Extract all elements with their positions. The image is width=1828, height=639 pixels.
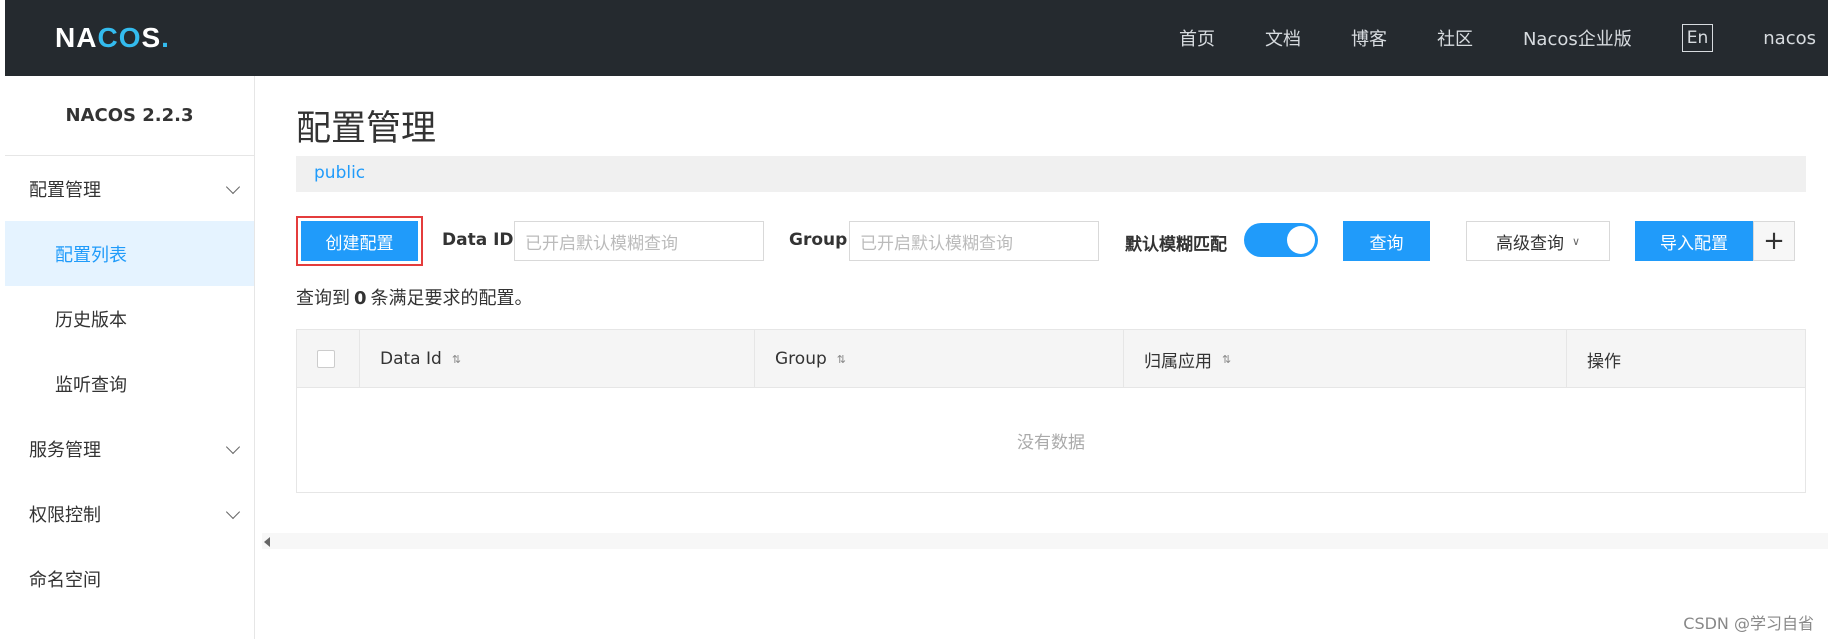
sidebar: NACOS 2.2.3 配置管理 配置列表 历史版本 监听查询 服务管理 权限控… <box>5 76 255 639</box>
column-data-id[interactable]: Data Id ⇅ <box>360 330 755 388</box>
sidebar-item-history[interactable]: 历史版本 <box>5 286 254 351</box>
sidebar-item-label: 配置列表 <box>55 244 127 266</box>
top-navbar: NA C O S. 首页 文档 博客 社区 Nacos企业版 En nacos <box>5 0 1828 76</box>
sidebar-group-config[interactable]: 配置管理 <box>5 156 254 221</box>
sidebar-group-label: 服务管理 <box>29 439 101 461</box>
toggle-knob <box>1287 226 1315 254</box>
config-toolbar: 创建配置 Data ID 已开启默认模糊查询 Group 已开启默认模糊查询 默… <box>296 216 1806 266</box>
create-config-button[interactable]: 创建配置 <box>301 221 418 261</box>
data-id-input[interactable]: 已开启默认模糊查询 <box>514 221 764 261</box>
data-id-label: Data ID <box>442 230 514 250</box>
namespace-bar: public <box>296 156 1806 192</box>
empty-state: 没有数据 <box>1017 432 1085 453</box>
result-summary: 查询到 0 条满足要求的配置。 <box>296 284 533 310</box>
plus-icon[interactable]: + <box>1753 221 1795 261</box>
sidebar-item-label: 历史版本 <box>55 309 127 331</box>
fuzzy-match-label: 默认模糊匹配 <box>1125 235 1227 255</box>
horizontal-scrollbar[interactable] <box>262 533 1828 549</box>
column-group[interactable]: Group ⇅ <box>755 330 1124 388</box>
nav-blog[interactable]: 博客 <box>1351 25 1387 51</box>
page-title: 配置管理 <box>296 109 437 149</box>
column-label: Group <box>775 349 827 369</box>
column-label: 操作 <box>1587 351 1621 372</box>
table-header: Data Id ⇅ Group ⇅ 归属应用 ⇅ 操作 <box>297 330 1805 388</box>
user-menu[interactable]: nacos <box>1763 28 1816 49</box>
sidebar-group-label: 配置管理 <box>29 179 101 201</box>
nav-enterprise[interactable]: Nacos企业版 <box>1523 25 1632 51</box>
sidebar-group-namespace[interactable]: 命名空间 <box>5 546 254 611</box>
column-actions: 操作 <box>1567 330 1805 388</box>
chevron-down-icon: ∨ <box>1571 234 1581 248</box>
sidebar-item-config-list[interactable]: 配置列表 <box>5 221 254 286</box>
result-suffix: 条满足要求的配置。 <box>370 288 533 309</box>
sidebar-group-label: 权限控制 <box>29 504 101 526</box>
sidebar-group-service[interactable]: 服务管理 <box>5 416 254 481</box>
query-button[interactable]: 查询 <box>1343 221 1430 261</box>
sidebar-item-label: 监听查询 <box>55 374 127 396</box>
fuzzy-match-toggle[interactable] <box>1244 223 1318 257</box>
nacos-logo[interactable]: NA C O S. <box>55 16 170 60</box>
group-input[interactable]: 已开启默认模糊查询 <box>849 221 1099 261</box>
group-label: Group <box>789 230 848 250</box>
sort-icon[interactable]: ⇅ <box>837 353 846 366</box>
column-label: 归属应用 <box>1144 351 1212 372</box>
config-table: Data Id ⇅ Group ⇅ 归属应用 ⇅ 操作 没有数据 <box>296 329 1806 493</box>
nav-home[interactable]: 首页 <box>1179 25 1215 51</box>
language-switch[interactable]: En <box>1681 24 1714 52</box>
result-count: 0 <box>354 288 367 309</box>
nav-community[interactable]: 社区 <box>1437 25 1473 51</box>
watermark: CSDN @学习自省 <box>1683 614 1814 633</box>
import-config-button[interactable]: 导入配置 <box>1635 221 1753 261</box>
select-all-checkbox[interactable] <box>317 350 335 368</box>
nav-docs[interactable]: 文档 <box>1265 25 1301 51</box>
column-label: Data Id <box>380 349 442 369</box>
highlight-box: 创建配置 <box>296 216 423 266</box>
namespace-public[interactable]: public <box>314 163 365 183</box>
advanced-query-label: 高级查询 <box>1495 233 1564 254</box>
chevron-down-icon <box>225 439 241 455</box>
sort-icon[interactable]: ⇅ <box>1222 353 1231 366</box>
scroll-left-icon[interactable] <box>264 537 270 547</box>
result-prefix: 查询到 <box>296 288 350 309</box>
select-all-cell <box>297 330 360 388</box>
chevron-down-icon <box>225 179 241 195</box>
sidebar-group-label: 命名空间 <box>29 569 101 591</box>
sidebar-group-auth[interactable]: 权限控制 <box>5 481 254 546</box>
sort-icon[interactable]: ⇅ <box>452 353 461 366</box>
advanced-query-button[interactable]: 高级查询 ∨ <box>1466 221 1610 261</box>
sidebar-item-listener-query[interactable]: 监听查询 <box>5 351 254 416</box>
chevron-down-icon <box>225 504 241 520</box>
top-nav-links: 首页 文档 博客 社区 Nacos企业版 En nacos <box>1179 0 1828 76</box>
column-app[interactable]: 归属应用 ⇅ <box>1124 330 1567 388</box>
product-version: NACOS 2.2.3 <box>5 76 254 156</box>
